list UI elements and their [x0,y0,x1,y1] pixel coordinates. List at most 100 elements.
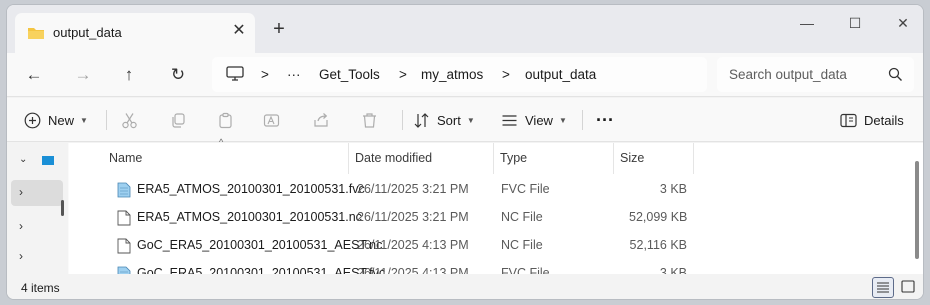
plus-circle-icon [24,112,41,128]
view-button[interactable]: View ▼ [501,107,567,133]
copy-icon [172,112,185,128]
maximize-button[interactable]: ☐ [838,11,872,35]
refresh-button[interactable]: ↻ [164,62,192,88]
tab-title: output_data [53,25,122,40]
navpane-scrollbar[interactable] [61,200,64,216]
item-count: 4 items [21,281,60,295]
back-button[interactable]: ← [20,62,48,88]
new-label: New [48,112,75,128]
file-name: ERA5_ATMOS_20100301_20100531.nc [137,210,362,224]
file-explorer-window: output_data ✕ + — ☐ ✕ ← → ↑ ↻ > ··· Get_… [6,4,924,300]
file-date: 26/11/2025 3:21 PM [357,210,469,224]
nav-tree-item[interactable]: › [11,180,63,206]
divider [106,110,107,130]
navigation-pane: ⌄ › › › [7,143,68,274]
desktop-icon [42,156,54,165]
file-type: FVC File [501,182,550,196]
tiles-view-button[interactable] [898,277,920,298]
breadcrumb-get-tools[interactable]: Get_Tools [319,67,380,82]
close-window-button[interactable]: ✕ [886,11,920,35]
breadcrumb-chevron-icon[interactable]: > [261,67,269,82]
breadcrumb-output-data[interactable]: output_data [525,67,596,82]
file-row[interactable]: ERA5_ATMOS_20100301_20100531.nc 26/11/20… [89,204,689,232]
sort-button[interactable]: Sort ▼ [413,107,475,133]
search-input[interactable] [729,64,884,84]
details-label: Details [864,112,904,128]
navigation-bar: ← → ↑ ↻ > ··· Get_Tools > my_atmos > out… [7,53,923,97]
more-icon: ··· [596,109,614,130]
list-details-icon [877,282,889,293]
breadcrumb-chevron-icon[interactable]: > [502,67,510,82]
clipboard-icon [219,112,232,128]
up-button[interactable]: ↑ [115,62,143,88]
status-bar: 4 items [7,274,923,299]
nav-tree-item[interactable]: › [11,214,63,240]
command-bar: New ▼ Sort ▼ View ▼ ··· Details [7,98,923,142]
details-pane-icon [840,113,857,127]
file-name: ERA5_ATMOS_20100301_20100531.fvc [137,182,365,196]
column-header-type[interactable]: Type [494,143,614,174]
file-row[interactable]: ERA5_ATMOS_20100301_20100531.fvc 26/11/2… [89,176,689,204]
rename-button[interactable] [263,107,280,133]
cut-button[interactable] [121,107,138,133]
file-size: 52,116 KB [629,238,687,252]
file-row[interactable]: GoC_ERA5_20100301_20100531_AEST.nc 26/11… [89,232,689,260]
file-list: ^ Name Date modified Type Size ERA5_ATMO… [69,137,923,282]
file-size: 52,099 KB [629,210,688,224]
chevron-down-icon: ▼ [466,115,475,125]
details-view-button[interactable] [872,277,894,298]
new-tab-button[interactable]: + [269,19,289,40]
nav-tree-item[interactable]: › [11,244,63,270]
address-bar[interactable]: > ··· Get_Tools > my_atmos > output_data [212,57,707,92]
share-button[interactable] [313,107,330,133]
breadcrumb-chevron-icon[interactable]: > [399,67,407,82]
new-button[interactable]: New ▼ [24,107,88,133]
view-icon [502,114,517,126]
nc-file-icon [117,238,131,254]
file-type: NC File [501,210,543,224]
scissors-icon [122,112,137,128]
folder-icon [28,28,44,39]
rename-icon [263,113,280,127]
chevron-down-icon: ▼ [558,115,567,125]
copy-button[interactable] [170,107,187,133]
search-box[interactable] [717,57,914,92]
file-type: NC File [501,238,543,252]
more-options-button[interactable]: ··· [596,107,614,133]
breadcrumb-overflow-button[interactable]: ··· [287,67,301,82]
details-button[interactable]: Details [840,107,904,133]
share-icon [314,112,328,127]
chevron-down-icon: ▼ [80,115,88,125]
file-name: GoC_ERA5_20100301_20100531_AEST.nc [137,238,383,252]
view-label: View [525,112,553,128]
column-header-date-modified[interactable]: Date modified [349,143,494,174]
chevron-right-icon[interactable]: › [19,249,23,263]
this-pc-icon[interactable] [226,66,244,82]
search-icon[interactable] [888,67,903,82]
delete-button[interactable] [361,107,378,133]
close-tab-icon[interactable]: ✕ [229,21,249,41]
title-bar: output_data ✕ + — ☐ ✕ [7,5,923,53]
sort-icon [414,112,429,128]
file-date: 26/11/2025 4:13 PM [357,238,469,252]
paste-button[interactable] [217,107,234,133]
file-date: 26/11/2025 3:21 PM [357,182,469,196]
column-header-name[interactable]: Name [103,143,349,174]
nav-tree-item[interactable]: ⌄ [11,148,63,174]
minimize-button[interactable]: — [790,11,824,35]
chevron-right-icon[interactable]: › [19,219,23,233]
tiles-icon [901,280,915,293]
breadcrumb-my-atmos[interactable]: my_atmos [421,67,483,82]
file-size: 3 KB [659,182,687,196]
divider [402,110,403,130]
sort-label: Sort [437,112,461,128]
tab-output-data[interactable]: output_data ✕ [15,13,255,53]
forward-button[interactable]: → [69,62,97,88]
trash-icon [363,112,376,128]
chevron-right-icon[interactable]: › [19,185,23,199]
column-header-size[interactable]: Size [614,143,694,174]
fvc-file-icon [117,182,131,198]
divider [582,110,583,130]
chevron-down-icon[interactable]: ⌄ [19,154,27,165]
file-list-scrollbar[interactable] [915,161,919,259]
